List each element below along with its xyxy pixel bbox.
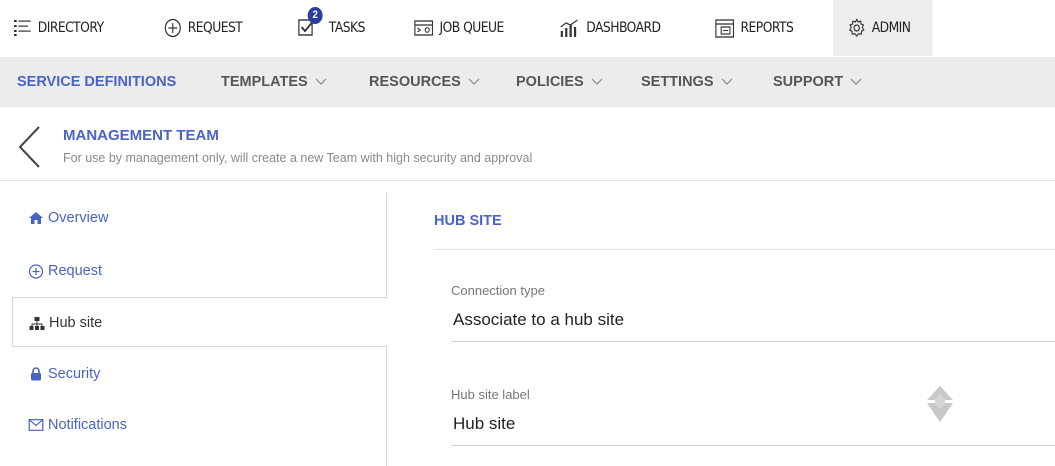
nav-directory[interactable]: DIRECTORY [14, 0, 104, 56]
sidemenu-item-hub-site[interactable]: Hub site [12, 297, 387, 347]
lock-icon [31, 367, 41, 381]
plus-circle-icon [28, 264, 44, 279]
nav-job-queue-label: JOB QUEUE [439, 20, 505, 36]
dashboard-icon [560, 19, 578, 37]
subnav-templates-label: TEMPLATES [221, 74, 308, 90]
subnav-support[interactable]: SUPPORT [773, 57, 862, 107]
nav-tasks-label: TASKS [328, 20, 366, 36]
reports-icon [715, 19, 735, 38]
subnav-resources-label: RESOURCES [369, 74, 461, 90]
side-menu: Overview Request Hub site Security Notif… [12, 193, 387, 466]
chevron-down-icon [850, 78, 862, 86]
connection-type-value[interactable]: Associate to a hub site [451, 310, 1055, 330]
nav-request-label: REQUEST [187, 20, 243, 36]
connection-type-field[interactable]: Connection type Associate to a hub site [451, 283, 1055, 342]
subnav-policies-label: POLICIES [516, 74, 584, 90]
nav-job-queue[interactable]: JOB QUEUE [414, 0, 504, 56]
sidemenu-item-security[interactable]: Security [12, 349, 387, 399]
subnav-policies[interactable]: POLICIES [516, 57, 603, 107]
sidemenu-item-notifications-label: Notifications [48, 417, 127, 433]
nav-reports-label: REPORTS [740, 20, 794, 36]
nav-dashboard-label: DASHBOARD [586, 20, 661, 36]
sidemenu-item-hub-site-label: Hub site [49, 315, 103, 331]
subnav-service-definitions[interactable]: SERVICE DEFINITIONS [17, 57, 176, 107]
chevron-down-icon [468, 78, 480, 86]
section-divider [434, 249, 1055, 250]
chevron-left-icon [18, 126, 40, 168]
gear-icon [848, 18, 865, 37]
nav-admin-label: ADMIN [871, 20, 911, 36]
hub-site-label-value[interactable]: Hub site [451, 414, 1055, 434]
tasks-badge: 2 [307, 7, 323, 24]
page-header: MANAGEMENT TEAM For use by management on… [0, 107, 1055, 181]
subnav-resources[interactable]: RESOURCES [369, 57, 480, 107]
hub-site-label-field[interactable]: Hub site label Hub site [451, 387, 1055, 446]
sidemenu-item-notifications[interactable]: Notifications [12, 400, 387, 450]
top-navigation: DIRECTORY REQUEST 2 TASKS JOB QUEUE DASH… [0, 0, 1055, 56]
nav-dashboard[interactable]: DASHBOARD [559, 0, 661, 56]
home-icon [29, 212, 43, 225]
nav-tasks[interactable]: 2 TASKS [298, 0, 365, 56]
nav-reports[interactable]: REPORTS [715, 0, 794, 56]
nav-directory-label: DIRECTORY [37, 20, 104, 36]
nav-request[interactable]: REQUEST [164, 0, 243, 56]
hub-site-label-label: Hub site label [451, 387, 530, 402]
job-queue-icon [414, 20, 434, 36]
directory-icon [14, 20, 31, 36]
sidemenu-item-overview-label: Overview [48, 210, 109, 226]
page-subtitle: For use by management only, will create … [63, 151, 533, 165]
sidemenu-item-overview[interactable]: Overview [12, 193, 387, 243]
sitemap-icon [29, 316, 45, 330]
sidemenu-item-request[interactable]: Request [12, 246, 387, 296]
nav-admin[interactable]: ADMIN [833, 0, 933, 56]
subnav-settings-label: SETTINGS [641, 74, 714, 90]
chevron-down-icon [591, 78, 603, 86]
back-button[interactable] [17, 125, 43, 174]
connection-type-label: Connection type [451, 283, 545, 298]
subnav-support-label: SUPPORT [773, 74, 844, 90]
chevron-down-icon [315, 78, 327, 86]
drag-handle-icon[interactable] [925, 386, 955, 424]
sub-navigation: SERVICE DEFINITIONS TEMPLATES RESOURCES … [0, 57, 1055, 107]
sidemenu-item-request-label: Request [48, 263, 103, 279]
section-title: HUB SITE [434, 213, 502, 229]
subnav-service-definitions-label: SERVICE DEFINITIONS [17, 74, 177, 90]
subnav-settings[interactable]: SETTINGS [641, 57, 733, 107]
page-title: MANAGEMENT TEAM [63, 127, 219, 144]
chevron-down-icon [721, 78, 732, 86]
envelope-icon [28, 419, 44, 432]
plus-circle-icon [164, 18, 181, 38]
subnav-templates[interactable]: TEMPLATES [221, 57, 327, 107]
sidemenu-item-security-label: Security [48, 366, 101, 382]
